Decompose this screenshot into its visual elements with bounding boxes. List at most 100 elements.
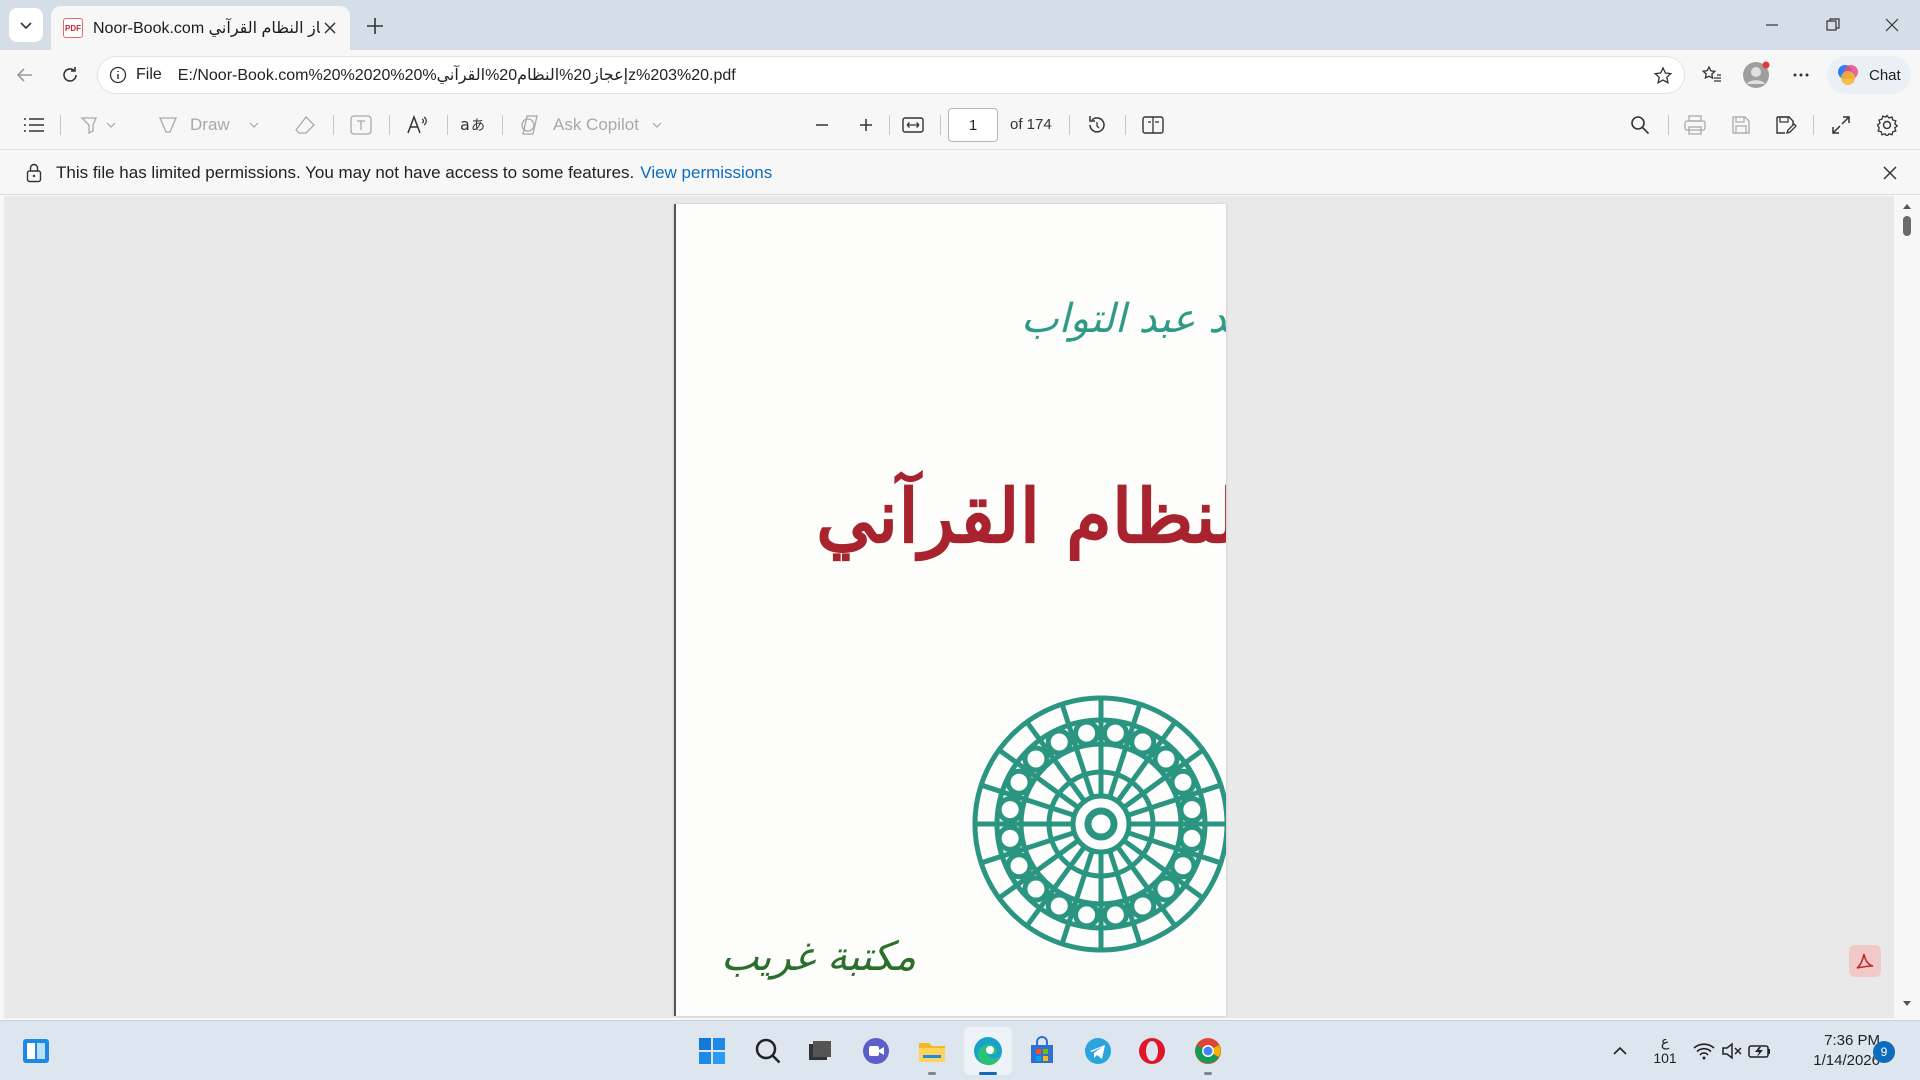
favorite-star-button[interactable] xyxy=(1652,65,1674,87)
arrow-left-icon xyxy=(16,68,32,82)
keyboard-language: ع xyxy=(1660,1033,1670,1049)
list-icon xyxy=(24,118,44,132)
refresh-button[interactable] xyxy=(53,58,87,92)
rotate-button[interactable] xyxy=(1082,111,1112,139)
keyboard-layout: 101 xyxy=(1653,1050,1677,1066)
opera-button[interactable] xyxy=(1132,1031,1172,1071)
task-view-icon xyxy=(809,1041,831,1060)
zoom-in-button[interactable] xyxy=(852,111,880,139)
system-clock[interactable]: 7:36 PM 1/14/2026 xyxy=(1790,1031,1880,1071)
favorites-button[interactable] xyxy=(1695,58,1729,92)
toolbar-divider xyxy=(60,115,61,135)
zoom-out-button[interactable] xyxy=(808,111,836,139)
microsoft-store-button[interactable] xyxy=(1022,1031,1062,1071)
settings-more-button[interactable] xyxy=(1784,58,1818,92)
start-button[interactable] xyxy=(692,1031,732,1071)
tab-close-button[interactable] xyxy=(320,18,340,38)
draw-label: Draw xyxy=(190,115,230,134)
highlight-button[interactable] xyxy=(74,111,122,139)
minus-icon xyxy=(816,124,828,126)
fit-to-width-button[interactable] xyxy=(898,111,928,139)
print-button[interactable] xyxy=(1680,111,1710,139)
favorites-icon xyxy=(1701,65,1721,82)
chrome-button[interactable] xyxy=(1188,1031,1228,1075)
store-icon xyxy=(1031,1036,1053,1063)
add-text-button[interactable] xyxy=(346,111,376,139)
full-screen-button[interactable] xyxy=(1826,111,1856,139)
toolbar-divider xyxy=(1668,115,1669,135)
plus-icon xyxy=(860,119,872,131)
scroll-up-arrow-icon[interactable] xyxy=(1902,202,1912,210)
toolbar-divider xyxy=(389,115,390,135)
address-row: File E:/Noor-Book.com%20%2020%إعجاز20%ال… xyxy=(0,50,1920,100)
copilot-icon xyxy=(1838,65,1858,85)
translate-button[interactable]: aあ xyxy=(457,111,489,139)
wifi-status-button[interactable] xyxy=(1690,1031,1718,1071)
vertical-scrollbar[interactable] xyxy=(1894,196,1920,1018)
acrobat-icon[interactable] xyxy=(1849,945,1881,977)
highlighter-icon xyxy=(80,117,116,135)
page-number-input[interactable] xyxy=(948,108,998,142)
ask-copilot-button[interactable]: Ask Copilot xyxy=(519,111,669,139)
running-indicator xyxy=(928,1072,936,1075)
search-button[interactable] xyxy=(1625,111,1655,139)
wifi-icon xyxy=(1693,1043,1715,1060)
address-bar[interactable]: File E:/Noor-Book.com%20%2020%إعجاز20%ال… xyxy=(97,56,1685,94)
close-icon xyxy=(1885,18,1899,32)
avatar-icon xyxy=(1743,61,1770,88)
printer-icon xyxy=(1684,115,1706,135)
copilot-outline-icon xyxy=(521,115,538,135)
scroll-thumb[interactable] xyxy=(1903,216,1911,236)
page-view-button[interactable] xyxy=(1138,111,1168,139)
plus-icon xyxy=(367,18,383,34)
save-button[interactable] xyxy=(1726,111,1756,139)
table-of-contents-button[interactable] xyxy=(20,111,48,139)
active-tab[interactable]: PDF Noor-Book.com إعجاز النظام القرآني xyxy=(51,6,350,50)
save-as-button[interactable] xyxy=(1771,111,1801,139)
cover-title: إعجاز النظام القرآني xyxy=(816,474,1226,560)
restore-icon xyxy=(1826,18,1840,31)
show-hidden-icons-button[interactable] xyxy=(1600,1031,1640,1071)
edge-browser-button[interactable] xyxy=(968,1031,1008,1075)
dismiss-info-bar-button[interactable] xyxy=(1878,161,1902,185)
minimize-icon xyxy=(1766,24,1778,26)
read-aloud-button[interactable] xyxy=(402,111,434,139)
restore-button[interactable] xyxy=(1805,0,1861,50)
copilot-chat-button[interactable]: Chat xyxy=(1827,56,1911,94)
draw-button[interactable]: Draw xyxy=(158,111,268,139)
profile-button[interactable] xyxy=(1739,58,1773,92)
close-icon xyxy=(1883,166,1897,180)
battery-status-button[interactable] xyxy=(1746,1031,1774,1071)
save-as-icon xyxy=(1776,116,1797,135)
close-window-button[interactable] xyxy=(1864,0,1920,50)
close-icon xyxy=(324,22,336,34)
windows-taskbar: ع 101 7:36 PM 1/14/2026 9 xyxy=(0,1020,1920,1080)
star-icon xyxy=(1653,66,1673,84)
widgets-button[interactable] xyxy=(16,1031,56,1071)
task-view-button[interactable] xyxy=(800,1031,840,1071)
url-text[interactable]: E:/Noor-Book.com%20%2020%إعجاز20%النظام2… xyxy=(178,65,736,85)
page-view-icon xyxy=(1142,116,1164,134)
tab-title: Noor-Book.com إعجاز النظام القرآني xyxy=(93,20,320,37)
new-tab-button[interactable] xyxy=(360,11,390,41)
notification-count-badge[interactable]: 9 xyxy=(1873,1041,1895,1063)
running-indicator xyxy=(1204,1072,1212,1075)
search-taskbar-button[interactable] xyxy=(748,1031,788,1071)
tab-actions-menu-button[interactable] xyxy=(9,8,43,42)
volume-muted-button[interactable] xyxy=(1718,1031,1746,1071)
telegram-button[interactable] xyxy=(1078,1031,1118,1071)
info-icon[interactable] xyxy=(108,65,128,85)
back-button[interactable] xyxy=(8,58,42,92)
view-permissions-link[interactable]: View permissions xyxy=(640,163,772,183)
file-explorer-button[interactable] xyxy=(912,1031,952,1075)
lock-icon xyxy=(26,163,42,182)
minimize-button[interactable] xyxy=(1744,0,1800,50)
erase-button[interactable] xyxy=(290,111,320,139)
scroll-down-arrow-icon[interactable] xyxy=(1902,1000,1912,1008)
pdf-settings-button[interactable] xyxy=(1872,111,1902,139)
page-total: of 174 xyxy=(1010,116,1052,133)
keyboard-language-indicator[interactable]: ع 101 xyxy=(1650,1033,1680,1066)
teams-app-button[interactable] xyxy=(856,1031,896,1071)
pdf-viewer[interactable]: لواء أحمد عبد التواب إعجاز النظام القرآن… xyxy=(4,196,1896,1018)
toolbar-divider xyxy=(889,115,890,135)
